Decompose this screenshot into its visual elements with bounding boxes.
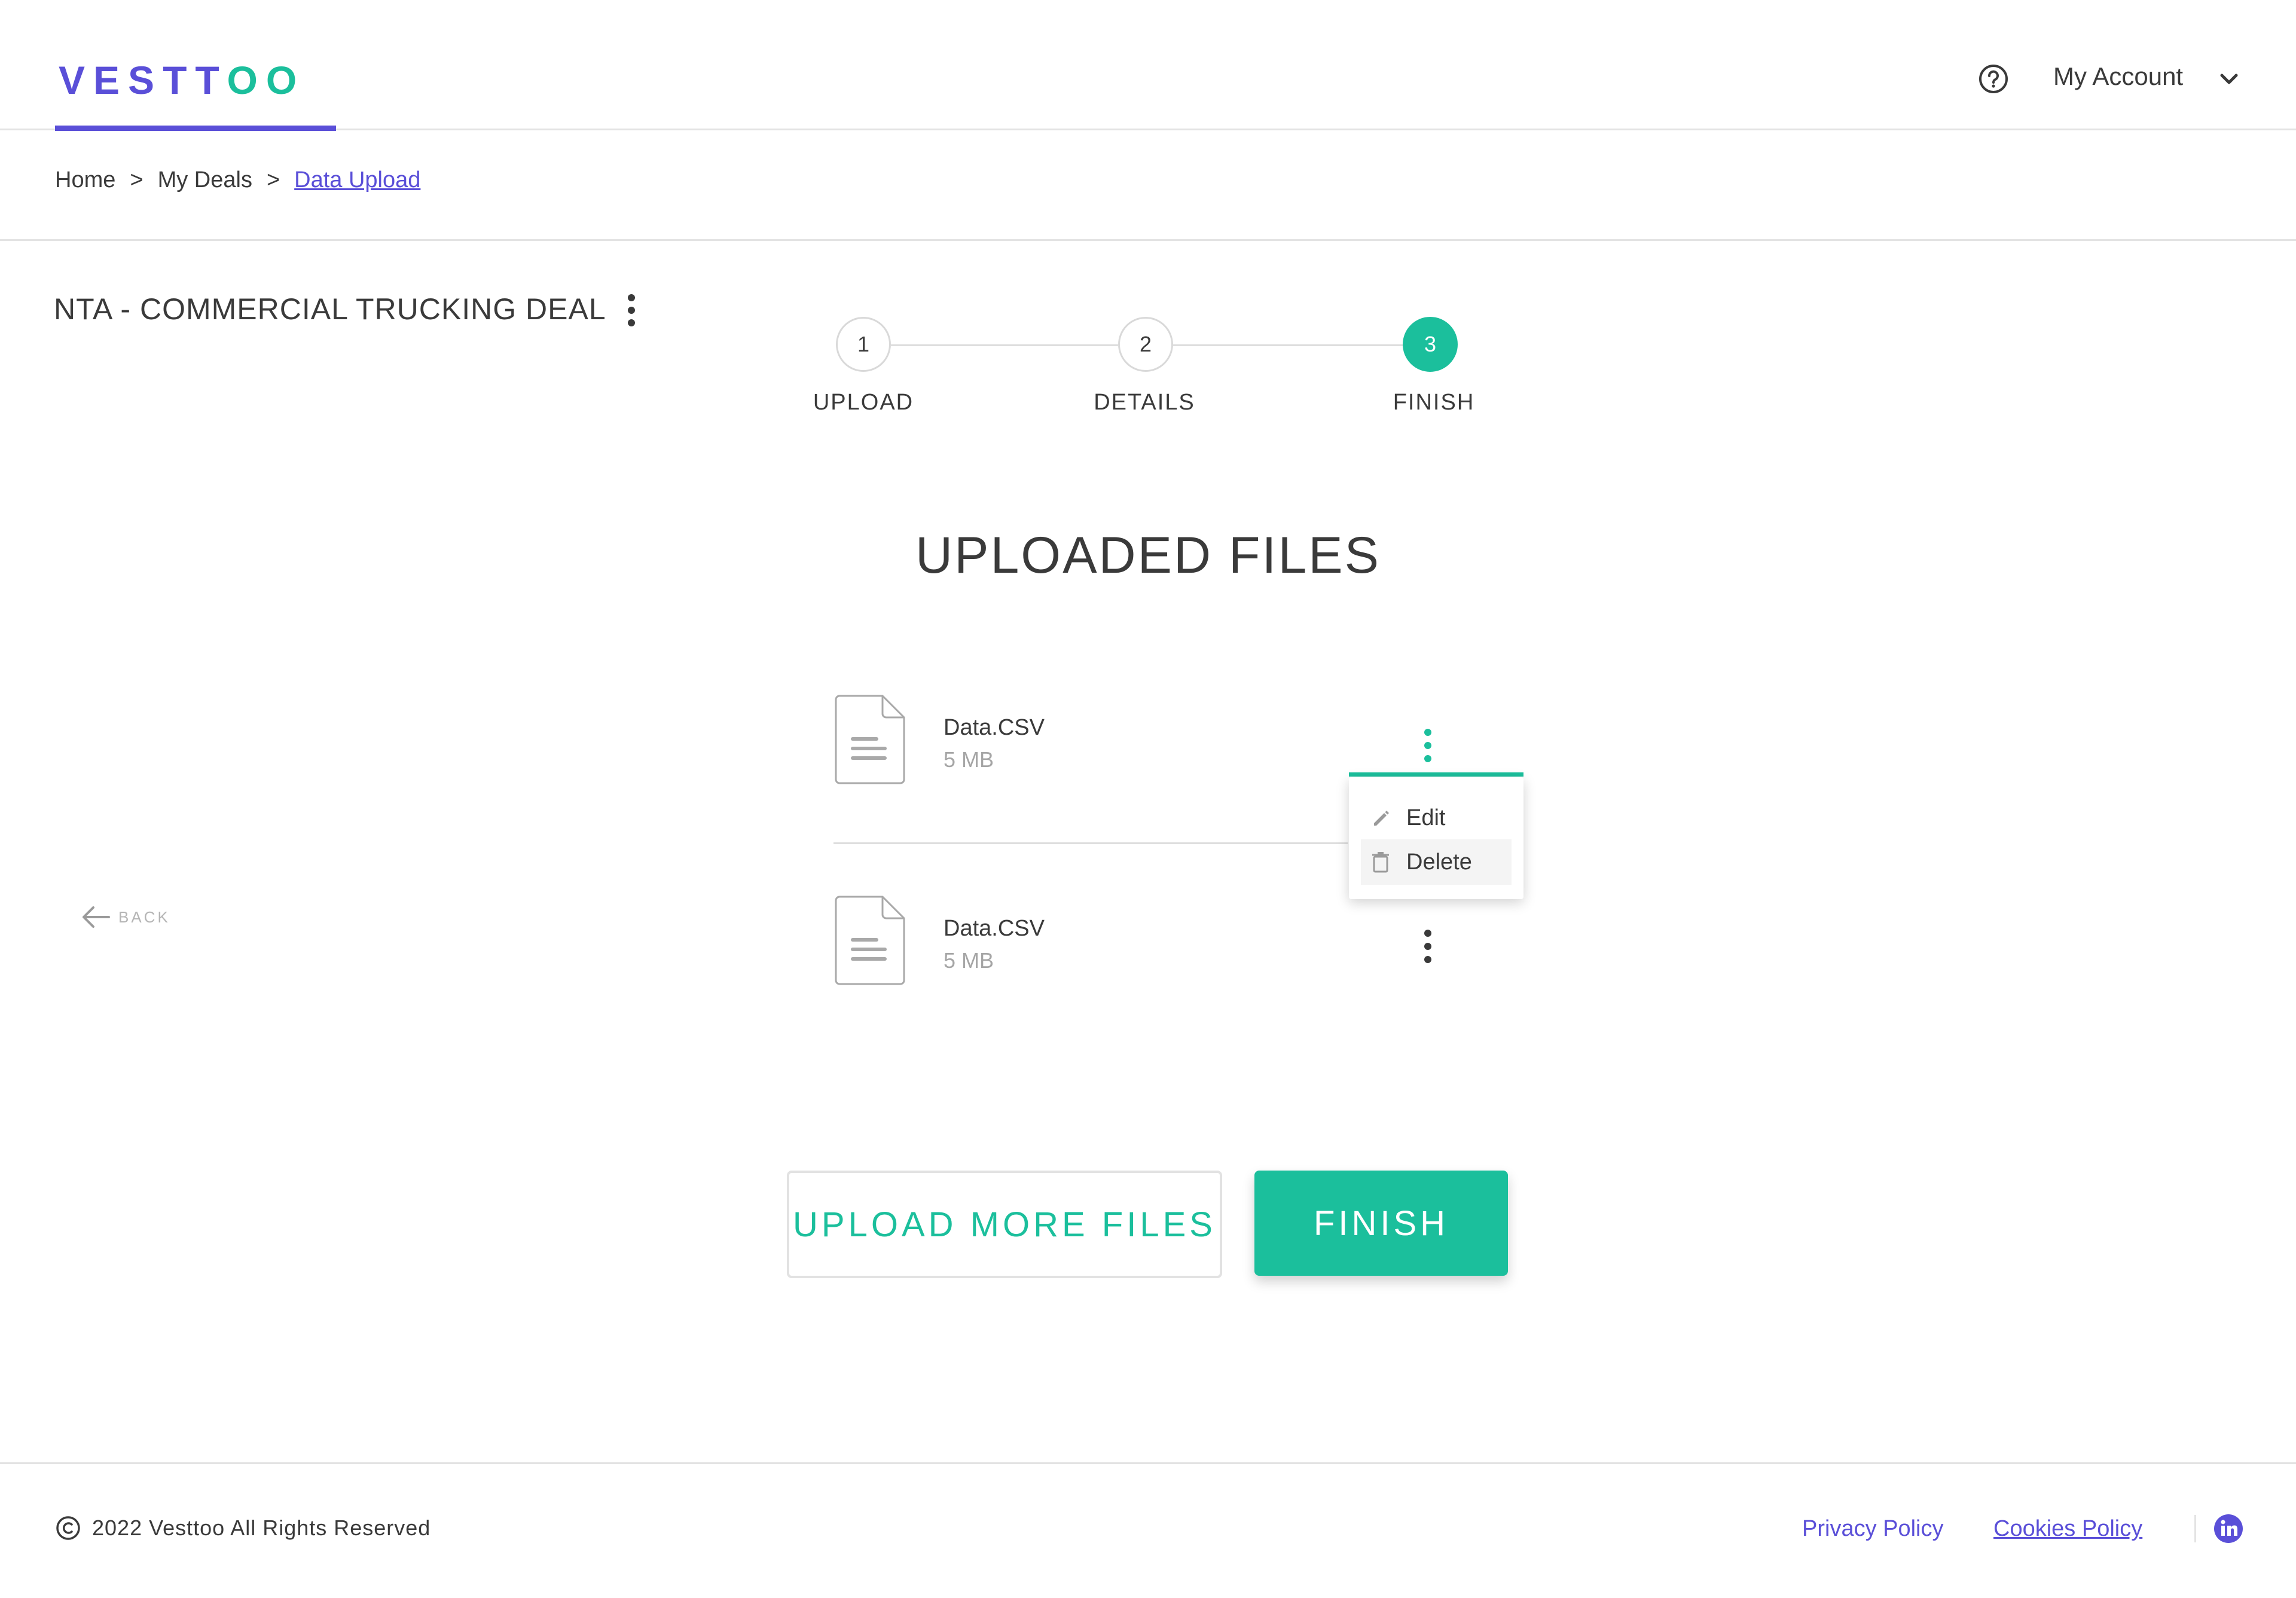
logo-text-part2: OO xyxy=(227,58,306,102)
menu-item-delete-label: Delete xyxy=(1406,849,1472,875)
question-circle-icon[interactable] xyxy=(1978,63,2009,94)
step-1-circle: 1 xyxy=(836,317,891,372)
file-name: Data.CSV xyxy=(944,916,1045,941)
back-label: BACK xyxy=(118,908,170,926)
copyright-text: 2022 Vesttoo All Rights Reserved xyxy=(92,1515,431,1540)
menu-item-edit[interactable]: Edit xyxy=(1361,795,1512,841)
footer-divider xyxy=(0,1462,2296,1464)
more-vertical-icon[interactable] xyxy=(625,293,637,328)
breadcrumb-home[interactable]: Home xyxy=(55,167,115,193)
copyright: 2022 Vesttoo All Rights Reserved xyxy=(55,1515,430,1541)
stepper-connector xyxy=(891,344,1118,346)
active-nav-indicator xyxy=(55,126,336,131)
dropdown-active-indicator xyxy=(1349,772,1523,777)
breadcrumb-my-deals[interactable]: My Deals xyxy=(158,167,252,193)
breadcrumb-separator: > xyxy=(266,167,280,193)
menu-item-delete[interactable]: Delete xyxy=(1361,839,1512,885)
step-3-label: FINISH xyxy=(1393,390,1475,415)
logo-text-part1: VESTT xyxy=(59,58,227,102)
file-name: Data.CSV xyxy=(944,715,1045,740)
more-vertical-icon[interactable] xyxy=(1421,928,1435,965)
arrow-left-icon xyxy=(83,906,110,928)
step-1-label: UPLOAD xyxy=(813,390,914,415)
breadcrumb-divider xyxy=(0,239,2296,241)
vesttoo-logo[interactable]: VESTTOO xyxy=(59,57,305,103)
file-size: 5 MB xyxy=(944,747,994,772)
privacy-policy-link[interactable]: Privacy Policy xyxy=(1802,1516,1944,1542)
file-context-menu: Edit Delete xyxy=(1349,777,1523,899)
footer-separator xyxy=(2194,1515,2196,1542)
step-3-circle: 3 xyxy=(1403,317,1458,372)
chevron-down-icon[interactable] xyxy=(2216,66,2242,92)
document-icon xyxy=(835,695,905,784)
file-size: 5 MB xyxy=(944,948,994,973)
step-2-label: DETAILS xyxy=(1094,390,1195,415)
top-header: VESTTOO My Account xyxy=(0,0,2296,131)
linkedin-icon[interactable] xyxy=(2213,1514,2243,1544)
file-divider xyxy=(833,842,1348,844)
stepper-connector xyxy=(1173,344,1403,346)
step-2-circle: 2 xyxy=(1118,317,1173,372)
uploaded-files-title: UPLOADED FILES xyxy=(915,527,1381,584)
cookies-policy-link[interactable]: Cookies Policy xyxy=(1993,1516,2142,1542)
finish-button[interactable]: FINISH xyxy=(1254,1171,1508,1276)
breadcrumb: Home > My Deals > Data Upload xyxy=(55,167,420,193)
menu-item-edit-label: Edit xyxy=(1406,805,1446,830)
upload-more-files-button[interactable]: UPLOAD MORE FILES xyxy=(787,1171,1222,1278)
document-icon xyxy=(835,896,905,985)
breadcrumb-separator: > xyxy=(130,167,144,193)
pencil-icon xyxy=(1374,811,1389,826)
more-vertical-icon[interactable] xyxy=(1421,727,1435,764)
breadcrumb-data-upload[interactable]: Data Upload xyxy=(294,167,420,193)
trash-icon xyxy=(1372,852,1389,873)
file-item: Data.CSV 5 MB xyxy=(833,894,1521,990)
back-button[interactable]: BACK xyxy=(80,904,170,930)
copyright-icon xyxy=(56,1516,80,1540)
my-account-menu[interactable]: My Account xyxy=(2053,62,2183,91)
deal-title: NTA - COMMERCIAL TRUCKING DEAL xyxy=(54,292,606,326)
